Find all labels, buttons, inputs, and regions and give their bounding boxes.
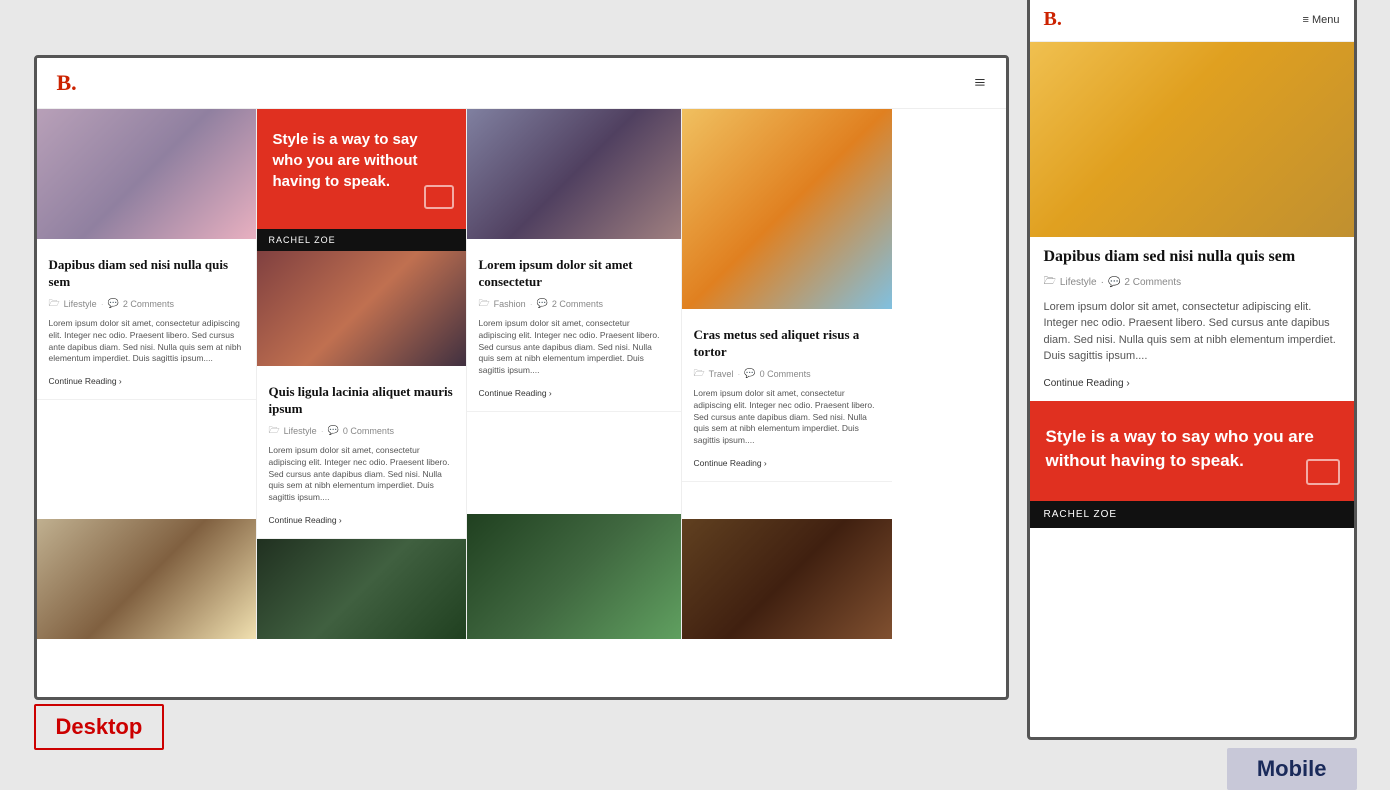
post-2b-image [257,539,466,639]
mobile-post-meta: 🗁 Lifestyle · 💬 2 Comments [1044,274,1340,291]
folder-icon-2: 🗁 [269,423,280,439]
post-1-title: Dapibus diam sed nisi nulla quis sem [49,257,244,291]
post-1-continue[interactable]: Continue Reading [49,376,122,386]
post-3-meta: 🗁 Fashion · 💬 2 Comments [479,296,669,312]
desktop-blog-grid: Dapibus diam sed nisi nulla quis sem 🗁 L… [37,109,1006,639]
desktop-quote-card: Style is a way to say who you are withou… [257,109,466,229]
desktop-logo: B. [57,70,77,96]
mobile-quote-text: Style is a way to say who you are withou… [1046,425,1338,473]
folder-icon: 🗁 [49,296,60,312]
post-3-comments: 2 Comments [552,299,603,309]
mobile-label: Mobile [1227,748,1357,790]
post-1-comments: 2 Comments [123,299,174,309]
mobile-menu-button[interactable]: ≡ Menu [1303,14,1340,26]
mobile-post-image [1030,42,1354,237]
post-1b-image [37,519,256,639]
post-4-excerpt: Lorem ipsum dolor sit amet, consectetur … [694,388,880,447]
mobile-post-title: Dapibus diam sed nisi nulla quis sem [1044,247,1340,268]
mobile-quote-card: Style is a way to say who you are withou… [1030,401,1354,501]
mobile-post-category: Lifestyle [1060,277,1097,288]
mobile-quote-icon [1306,459,1340,485]
post-3b-image [467,514,681,639]
mobile-quote-author: RACHEL ZOE [1030,501,1354,528]
mobile-post-excerpt: Lorem ipsum dolor sit amet, consectetur … [1044,299,1340,365]
folder-icon-4: 🗁 [694,366,705,382]
desktop-quote-icon [424,185,454,209]
comment-icon: 💬 [108,298,119,309]
post-3-continue[interactable]: Continue Reading [479,388,552,398]
post-3-card: Lorem ipsum dolor sit amet consectetur 🗁… [467,239,681,412]
post-4-card: Cras metus sed aliquet risus a tortor 🗁 … [682,309,892,482]
desktop-col-1: Dapibus diam sed nisi nulla quis sem 🗁 L… [37,109,257,639]
post-2-category: Lifestyle [284,426,317,436]
mobile-header: B. ≡ Menu [1030,0,1354,42]
post-4-title: Cras metus sed aliquet risus a tortor [694,327,880,361]
post-2-excerpt: Lorem ipsum dolor sit amet, consectetur … [269,445,454,504]
mobile-post-content: Dapibus diam sed nisi nulla quis sem 🗁 L… [1030,237,1354,401]
comment-icon-4: 💬 [744,368,755,379]
post-2-image [257,251,466,366]
post-4-comments: 0 Comments [760,369,811,379]
comment-icon-3: 💬 [537,298,548,309]
post-2-continue[interactable]: Continue Reading [269,515,342,525]
post-1-card: Dapibus diam sed nisi nulla quis sem 🗁 L… [37,239,256,400]
post-1-category: Lifestyle [64,299,97,309]
post-4-category: Travel [709,369,734,379]
desktop-header: B. ≡ [37,58,1006,109]
hamburger-icon[interactable]: ≡ [974,72,985,95]
folder-icon-3: 🗁 [479,296,490,312]
post-2-title: Quis ligula lacinia aliquet mauris ipsum [269,384,454,418]
post-1-meta: 🗁 Lifestyle · 💬 2 Comments [49,296,244,312]
post-1-image [37,109,256,239]
post-4-meta: 🗁 Travel · 💬 0 Comments [694,366,880,382]
mobile-post-comments: 2 Comments [1124,277,1181,288]
desktop-col-2: Style is a way to say who you are withou… [257,109,467,639]
mobile-continue-reading[interactable]: Continue Reading [1044,378,1130,389]
post-2-comments: 0 Comments [343,426,394,436]
desktop-quote-author: RACHEL ZOE [257,229,466,251]
mobile-comment-icon: 💬 [1108,277,1120,288]
post-2-meta: 🗁 Lifestyle · 💬 0 Comments [269,423,454,439]
post-4b-image [682,519,892,639]
post-4-continue[interactable]: Continue Reading [694,458,767,468]
desktop-col-3: Lorem ipsum dolor sit amet consectetur 🗁… [467,109,682,639]
comment-icon-2: 💬 [328,425,339,436]
desktop-label: Desktop [34,704,165,750]
mobile-folder-icon: 🗁 [1044,274,1056,291]
post-2-card: Quis ligula lacinia aliquet mauris ipsum… [257,366,466,539]
post-3-image [467,109,681,239]
desktop-col-4: Cras metus sed aliquet risus a tortor 🗁 … [682,109,892,639]
post-3-excerpt: Lorem ipsum dolor sit amet, consectetur … [479,318,669,377]
desktop-frame: B. ≡ Dapibus diam sed nisi nulla quis se… [34,55,1009,700]
mobile-logo: B. [1044,8,1062,31]
post-3-category: Fashion [494,299,526,309]
post-1-excerpt: Lorem ipsum dolor sit amet, consectetur … [49,318,244,366]
desktop-quote-text: Style is a way to say who you are withou… [273,129,450,192]
post-4-image [682,109,892,309]
mobile-frame: B. ≡ Menu Dapibus diam sed nisi nulla qu… [1027,0,1357,740]
post-3-title: Lorem ipsum dolor sit amet consectetur [479,257,669,291]
